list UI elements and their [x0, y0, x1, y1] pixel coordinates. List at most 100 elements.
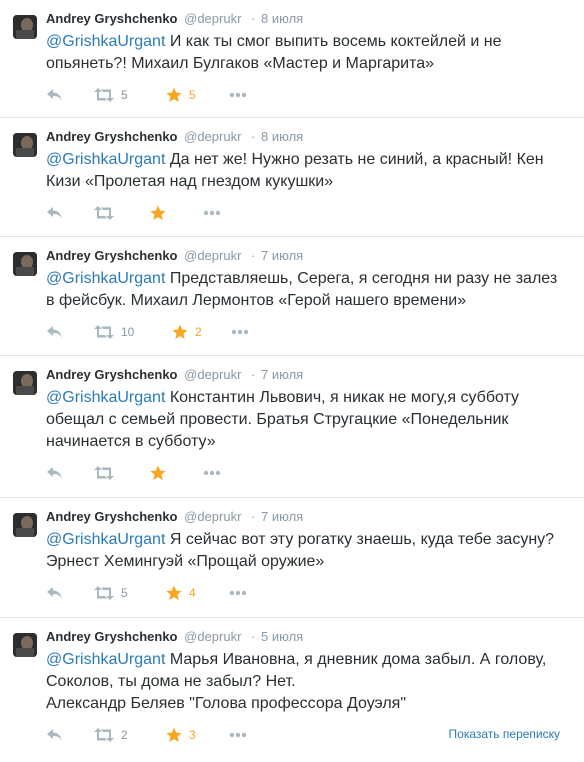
favorite-button[interactable]	[150, 204, 166, 222]
tweet-actions: 10 2	[46, 312, 572, 352]
favorite-button[interactable]	[150, 464, 166, 482]
author-name[interactable]: Andrey Gryshchenko	[46, 129, 178, 144]
favorite-count: 2	[195, 325, 202, 339]
avatar[interactable]	[13, 633, 37, 657]
author-name[interactable]: Andrey Gryshchenko	[46, 367, 178, 382]
author-handle[interactable]: @deprukr	[184, 509, 241, 524]
tweet-header: Andrey Gryshchenko @deprukr · 7 июля	[46, 366, 572, 384]
tweet[interactable]: Andrey Gryshchenko @deprukr · 8 июля @Gr…	[0, 0, 584, 118]
tweet-timestamp[interactable]: 7 июля	[261, 248, 303, 263]
tweet-actions	[46, 453, 572, 493]
separator-dot: ·	[251, 11, 256, 26]
tweet[interactable]: Andrey Gryshchenko @deprukr · 7 июля @Gr…	[0, 356, 584, 498]
avatar[interactable]	[13, 371, 37, 395]
favorite-button[interactable]: 4	[166, 584, 196, 602]
more-button[interactable]	[229, 726, 247, 744]
author-name[interactable]: Andrey Gryshchenko	[46, 509, 178, 524]
tweet[interactable]: Andrey Gryshchenko @deprukr · 5 июля @Gr…	[0, 618, 584, 762]
tweet-timeline: Andrey Gryshchenko @deprukr · 8 июля @Gr…	[0, 0, 584, 762]
reply-button[interactable]	[46, 584, 64, 602]
author-handle[interactable]: @deprukr	[184, 11, 241, 26]
separator-dot: ·	[251, 509, 256, 524]
tweet-timestamp[interactable]: 7 июля	[261, 367, 303, 382]
retweet-button[interactable]: 10	[94, 323, 134, 341]
retweet-count: 5	[121, 88, 128, 102]
retweet-button[interactable]: 2	[94, 726, 128, 744]
separator-dot: ·	[251, 629, 256, 644]
mention-link[interactable]: @GrishkaUrgant	[46, 651, 165, 668]
mention-link[interactable]: @GrishkaUrgant	[46, 389, 165, 406]
more-dots-icon	[231, 329, 249, 335]
author-name[interactable]: Andrey Gryshchenko	[46, 629, 178, 644]
tweet-text: @GrishkaUrgant Представляешь, Серега, я …	[46, 268, 564, 312]
retweet-button[interactable]	[94, 464, 114, 482]
tweet-header: Andrey Gryshchenko @deprukr · 7 июля	[46, 508, 572, 526]
star-icon	[150, 465, 166, 480]
star-icon	[172, 324, 188, 339]
reply-arrow-icon	[47, 89, 62, 101]
reply-button[interactable]	[46, 323, 64, 341]
star-icon	[150, 205, 166, 220]
tweet-actions: 2 3 Показать переписку	[46, 715, 572, 755]
more-dots-icon	[229, 590, 247, 596]
tweet-timestamp[interactable]: 8 июля	[261, 11, 303, 26]
show-conversation-link[interactable]: Показать переписку	[449, 727, 560, 741]
retweet-icon	[94, 325, 114, 339]
more-button[interactable]	[203, 204, 221, 222]
mention-link[interactable]: @GrishkaUrgant	[46, 33, 165, 50]
tweet-timestamp[interactable]: 7 июля	[261, 509, 303, 524]
favorite-button[interactable]: 2	[172, 323, 202, 341]
author-name[interactable]: Andrey Gryshchenko	[46, 11, 178, 26]
retweet-button[interactable]	[94, 204, 114, 222]
more-dots-icon	[229, 92, 247, 98]
tweet[interactable]: Andrey Gryshchenko @deprukr · 8 июля @Gr…	[0, 118, 584, 237]
favorite-count: 3	[189, 728, 196, 742]
retweet-icon	[94, 206, 114, 220]
mention-link[interactable]: @GrishkaUrgant	[46, 151, 165, 168]
author-handle[interactable]: @deprukr	[184, 367, 241, 382]
favorite-button[interactable]: 5	[166, 86, 196, 104]
avatar[interactable]	[13, 513, 37, 537]
mention-link[interactable]: @GrishkaUrgant	[46, 270, 165, 287]
author-handle[interactable]: @deprukr	[184, 629, 241, 644]
reply-button[interactable]	[46, 204, 64, 222]
tweet-header: Andrey Gryshchenko @deprukr · 8 июля	[46, 128, 572, 146]
retweet-icon	[94, 728, 114, 742]
reply-button[interactable]	[46, 86, 64, 104]
more-dots-icon	[203, 210, 221, 216]
tweet-header: Andrey Gryshchenko @deprukr · 7 июля	[46, 247, 572, 265]
more-dots-icon	[203, 470, 221, 476]
author-handle[interactable]: @deprukr	[184, 129, 241, 144]
tweet-timestamp[interactable]: 5 июля	[261, 629, 303, 644]
favorite-count: 5	[189, 88, 196, 102]
reply-arrow-icon	[47, 587, 62, 599]
mention-link[interactable]: @GrishkaUrgant	[46, 531, 165, 548]
avatar[interactable]	[13, 15, 37, 39]
tweet-timestamp[interactable]: 8 июля	[261, 129, 303, 144]
favorite-count: 4	[189, 586, 196, 600]
reply-arrow-icon	[47, 207, 62, 219]
more-button[interactable]	[229, 86, 247, 104]
author-name[interactable]: Andrey Gryshchenko	[46, 248, 178, 263]
retweet-count: 2	[121, 728, 128, 742]
author-handle[interactable]: @deprukr	[184, 248, 241, 263]
reply-arrow-icon	[47, 729, 62, 741]
retweet-button[interactable]: 5	[94, 86, 128, 104]
tweet[interactable]: Andrey Gryshchenko @deprukr · 7 июля @Gr…	[0, 498, 584, 618]
separator-dot: ·	[251, 248, 256, 263]
tweet[interactable]: Andrey Gryshchenko @deprukr · 7 июля @Gr…	[0, 237, 584, 356]
tweet-text: @GrishkaUrgant Марья Ивановна, я дневник…	[46, 649, 564, 715]
favorite-button[interactable]: 3	[166, 726, 196, 744]
retweet-button[interactable]: 5	[94, 584, 128, 602]
avatar[interactable]	[13, 252, 37, 276]
tweet-text: @GrishkaUrgant Да нет же! Нужно резать н…	[46, 149, 564, 193]
tweet-text: @GrishkaUrgant И как ты смог выпить восе…	[46, 31, 564, 75]
reply-arrow-icon	[47, 467, 62, 479]
separator-dot: ·	[251, 129, 256, 144]
avatar[interactable]	[13, 133, 37, 157]
more-button[interactable]	[203, 464, 221, 482]
reply-button[interactable]	[46, 464, 64, 482]
more-button[interactable]	[231, 323, 249, 341]
reply-button[interactable]	[46, 726, 64, 744]
more-button[interactable]	[229, 584, 247, 602]
